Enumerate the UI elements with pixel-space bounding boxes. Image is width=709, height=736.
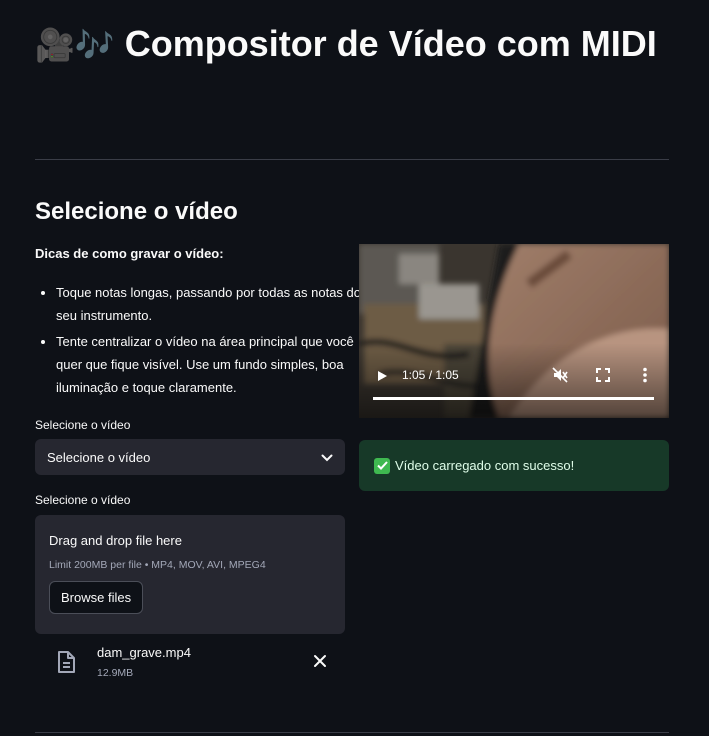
check-mark-icon xyxy=(374,457,390,474)
video-select-value: Selecione o vídeo xyxy=(47,449,151,465)
divider-bottom xyxy=(35,732,669,733)
video-progress-fill xyxy=(373,397,654,400)
chevron-down-icon xyxy=(321,450,333,465)
remove-file-icon[interactable] xyxy=(313,654,327,673)
video-camera-music-icon: 🎥🎶 xyxy=(35,26,115,64)
page-title-text: Compositor de Vídeo com MIDI xyxy=(124,23,657,64)
more-options-icon[interactable] xyxy=(642,367,648,388)
file-dropzone[interactable]: Drag and drop file here Limit 200MB per … xyxy=(35,515,345,634)
video-time: 1:05 / 1:05 xyxy=(402,368,459,382)
tips-title: Dicas de como gravar o vídeo: xyxy=(35,246,224,261)
select-label: Selecione o vídeo xyxy=(35,418,131,432)
divider-top xyxy=(35,159,669,160)
tips-list: Toque notas longas, passando por todas a… xyxy=(35,281,366,402)
uploader-label: Selecione o vídeo xyxy=(35,493,131,507)
file-size: 12.9MB xyxy=(97,667,134,679)
dropzone-instructions: Drag and drop file here xyxy=(49,533,182,548)
file-name: dam_grave.mp4 xyxy=(97,645,191,660)
play-icon[interactable] xyxy=(376,369,388,387)
muted-icon[interactable] xyxy=(552,367,568,388)
success-message: Vídeo carregado com sucesso! xyxy=(395,458,575,473)
video-progress-bar[interactable] xyxy=(373,397,654,400)
page-title: 🎥🎶 Compositor de Vídeo com MIDI xyxy=(35,20,675,69)
fullscreen-icon[interactable] xyxy=(596,368,610,387)
success-alert: Vídeo carregado com sucesso! xyxy=(359,440,669,491)
browse-files-button[interactable]: Browse files xyxy=(49,581,144,614)
video-select[interactable]: Selecione o vídeo xyxy=(35,439,345,475)
uploaded-file: dam_grave.mp4 12.9MB xyxy=(35,640,345,686)
video-player[interactable]: 1:05 / 1:05 xyxy=(359,244,669,418)
tip-item: Toque notas longas, passando por todas a… xyxy=(56,281,366,327)
section-title: Selecione o vídeo xyxy=(35,198,238,225)
file-icon xyxy=(56,650,76,679)
dropzone-limit: Limit 200MB per file • MP4, MOV, AVI, MP… xyxy=(49,559,266,571)
tip-item: Tente centralizar o vídeo na área princi… xyxy=(56,330,366,399)
